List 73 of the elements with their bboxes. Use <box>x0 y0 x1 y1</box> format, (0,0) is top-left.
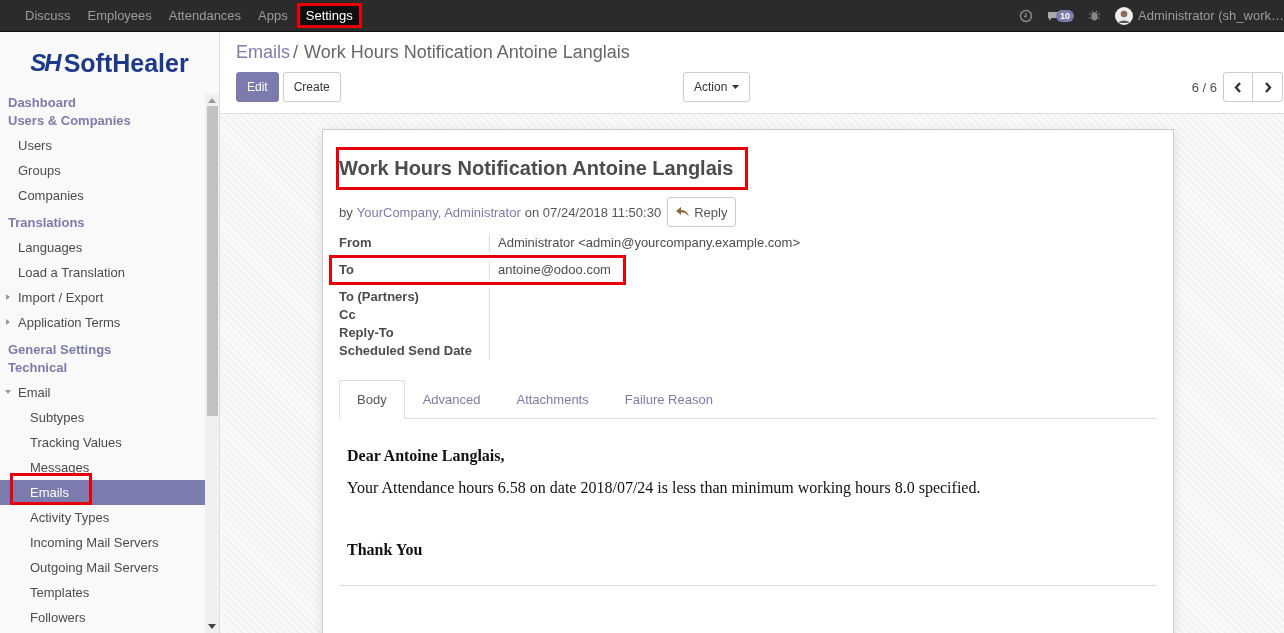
reply-button[interactable]: Reply <box>667 197 737 227</box>
tab[interactable]: Attachments <box>498 380 607 419</box>
action-dropdown[interactable]: Action <box>683 72 751 102</box>
field-label: To (Partners) <box>339 288 420 306</box>
previous-button[interactable] <box>1223 72 1253 102</box>
tab[interactable]: Failure Reason <box>606 380 731 419</box>
field-label: To <box>339 261 355 279</box>
field-label: From <box>339 234 373 252</box>
sidebar-item[interactable]: Companies <box>0 183 205 208</box>
body-text: Your Attendance hours 6.58 on date 2018/07/24 is less than minimum working hours 8.0 specified. <box>347 479 982 497</box>
edit-button[interactable]: Edit <box>236 72 279 102</box>
breadcrumb-link[interactable]: Emails <box>236 42 290 63</box>
pager-counter: 6 / 6 <box>1191 79 1217 95</box>
user-name: Administrator (sh_work… <box>1138 8 1284 23</box>
chevron-right-icon <box>1263 81 1272 93</box>
create-button[interactable]: Create <box>282 72 341 102</box>
sidebar-item[interactable]: Import / Export <box>0 285 205 310</box>
breadcrumb-current: Work Hours Notification Antoine Langlais <box>304 42 630 63</box>
field-label: Reply-To <box>339 324 395 342</box>
sidebar-item[interactable]: Subtypes <box>0 405 205 430</box>
section-header[interactable]: General Settings <box>0 341 205 359</box>
greeting: Dear Antoine Langlais, <box>347 447 506 465</box>
sent-date: on 07/24/2018 11:50:30 <box>524 204 662 220</box>
sidebar-item[interactable]: Groups <box>0 158 205 183</box>
menu-item[interactable]: Employees <box>79 3 160 28</box>
logo-mark: SH <box>30 49 60 77</box>
clock-icon[interactable] <box>1019 8 1034 23</box>
menu-item[interactable]: Attendances <box>160 3 250 28</box>
message-count: 10 <box>1056 9 1075 22</box>
sidebar-item[interactable]: Load a Translation <box>0 260 205 285</box>
section-header[interactable]: Technical <box>0 359 205 380</box>
scrollbar[interactable] <box>205 94 219 633</box>
chevron-left-icon <box>1234 81 1242 93</box>
avatar-icon <box>1115 6 1134 25</box>
scroll-down-icon[interactable] <box>208 624 216 629</box>
email-subject: Work Hours Notification Antoine Langlais <box>339 150 746 187</box>
field-value: antoine@odoo.com <box>498 262 611 277</box>
by-label: by <box>339 204 353 220</box>
sidebar-item[interactable]: Email <box>0 380 205 405</box>
sidebar-item[interactable]: Languages <box>0 235 205 260</box>
next-button[interactable] <box>1253 72 1283 102</box>
scroll-up-icon[interactable] <box>208 98 216 103</box>
breadcrumb-separator: / <box>293 42 299 63</box>
reply-icon <box>676 207 690 217</box>
tab[interactable]: Body <box>339 380 405 419</box>
bug-icon[interactable] <box>1088 9 1102 22</box>
section-header[interactable]: Translations <box>0 214 205 235</box>
sidebar-item[interactable]: Outgoing Mail Servers <box>0 555 205 580</box>
tab[interactable]: Advanced <box>404 380 499 419</box>
sidebar-item[interactable]: Incoming Mail Servers <box>0 530 205 555</box>
sidebar-item[interactable]: Application Terms <box>0 310 205 335</box>
menu-item[interactable]: Apps <box>250 3 296 28</box>
sidebar-item[interactable]: Messages <box>0 455 205 480</box>
field-label: Scheduled Send Date <box>339 342 473 360</box>
section-header[interactable]: Users & Companies <box>0 112 205 133</box>
menu-item[interactable]: Discuss <box>17 3 79 28</box>
field-label: Cc <box>339 306 357 324</box>
chat-button[interactable]: 10 <box>1047 9 1075 22</box>
sidebar-item[interactable]: Activity Types <box>0 505 205 530</box>
sidebar-item[interactable]: Templates <box>0 580 205 605</box>
section-header[interactable]: Dashboard <box>0 94 205 112</box>
field-value: Administrator <admin@yourcompany.example.com> <box>498 235 800 250</box>
author-link[interactable]: YourCompany, Administrator <box>356 204 521 220</box>
caret-icon <box>732 85 740 89</box>
sidebar-item[interactable]: Followers <box>0 605 205 630</box>
sidebar-item[interactable]: Users <box>0 133 205 158</box>
closing-text: Thank You <box>347 541 424 559</box>
logo-text: SoftHealer <box>63 48 189 78</box>
chat-icon <box>1047 10 1060 21</box>
sidebar-item[interactable]: Tracking Values <box>0 430 205 455</box>
menu-item[interactable]: Settings <box>296 3 362 28</box>
sidebar-item[interactable]: Emails <box>0 480 205 505</box>
user-menu[interactable]: Administrator (sh_work… <box>1115 6 1284 25</box>
